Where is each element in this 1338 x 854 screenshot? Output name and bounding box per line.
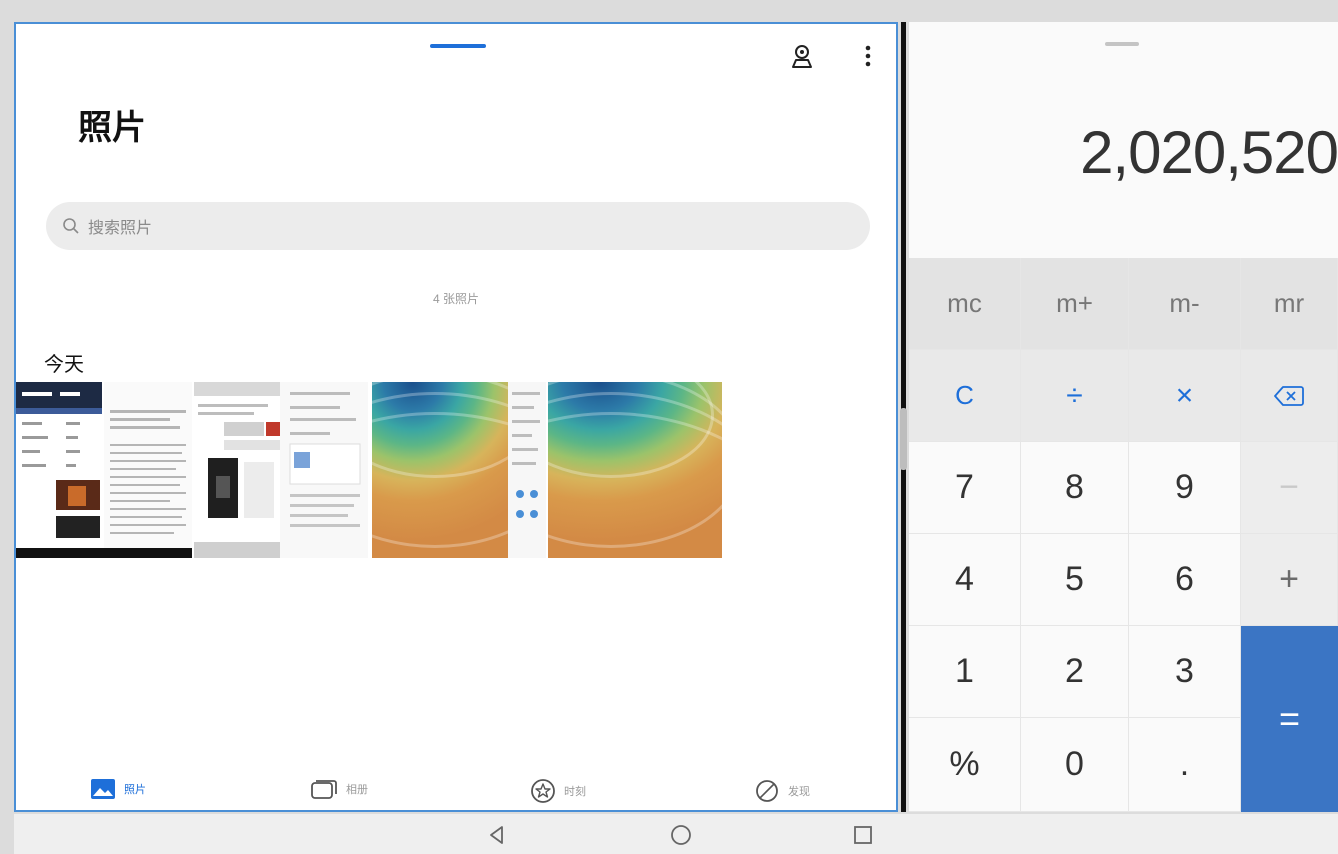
tab-label: 相册 — [346, 784, 368, 796]
tab-albums[interactable]: 相册 — [310, 778, 368, 800]
tab-moments[interactable]: 时刻 — [530, 778, 586, 804]
backspace-button[interactable] — [1241, 350, 1338, 442]
minus-button[interactable]: − — [1241, 442, 1338, 534]
calculator-keypad: mc m+ m- mr C ÷ × 7 8 9 − 4 5 6 + 1 2 3 … — [909, 258, 1338, 812]
mr-button[interactable]: mr — [1241, 258, 1338, 350]
search-input[interactable]: 搜索照片 — [46, 202, 870, 250]
digit-6-button[interactable]: 6 — [1129, 534, 1241, 626]
clear-button[interactable]: C — [909, 350, 1021, 442]
system-navigation-bar — [14, 814, 1338, 854]
tab-discover[interactable]: 发现 — [754, 778, 810, 804]
gallery-pane: 照片 搜索照片 4 张照片 今天 照片 相册 时刻 发现 — [14, 22, 898, 812]
tab-label: 发现 — [788, 786, 810, 798]
recents-square-icon[interactable] — [850, 822, 876, 848]
photo-icon — [91, 779, 115, 799]
map-pin-person-icon[interactable] — [788, 42, 816, 70]
search-placeholder: 搜索照片 — [88, 220, 153, 237]
discover-icon — [756, 780, 778, 802]
photo-thumbnail[interactable] — [16, 382, 192, 558]
mc-button[interactable]: mc — [909, 258, 1021, 350]
digit-5-button[interactable]: 5 — [1021, 534, 1129, 626]
calculator-pane: 2,020,520 mc m+ m- mr C ÷ × 7 8 9 − 4 5 … — [909, 22, 1338, 812]
photo-thumbnail[interactable] — [194, 382, 368, 558]
tab-photos[interactable]: 照片 — [90, 778, 146, 800]
plus-button[interactable]: + — [1241, 534, 1338, 626]
digit-1-button[interactable]: 1 — [909, 626, 1021, 718]
section-heading: 今天 — [44, 354, 84, 376]
photo-thumbnail[interactable] — [372, 382, 546, 558]
home-circle-icon[interactable] — [668, 822, 694, 848]
calculator-display: 2,020,520 — [1080, 119, 1338, 186]
page-title: 照片 — [78, 108, 146, 148]
percent-button[interactable]: % — [909, 718, 1021, 812]
album-icon — [311, 780, 337, 799]
backspace-icon — [1274, 385, 1304, 406]
calculator-drag-handle[interactable] — [1105, 42, 1139, 46]
moments-star-icon — [531, 779, 555, 803]
digit-3-button[interactable]: 3 — [1129, 626, 1241, 718]
tab-label: 照片 — [124, 784, 146, 796]
digit-9-button[interactable]: 9 — [1129, 442, 1241, 534]
digit-4-button[interactable]: 4 — [909, 534, 1021, 626]
gallery-drag-handle[interactable] — [430, 44, 486, 48]
divide-button[interactable]: ÷ — [1021, 350, 1129, 442]
photo-thumbnail[interactable] — [548, 382, 722, 558]
equals-button[interactable]: = — [1241, 626, 1338, 812]
multiply-button[interactable]: × — [1129, 350, 1241, 442]
search-icon — [63, 218, 79, 234]
m-plus-button[interactable]: m+ — [1021, 258, 1129, 350]
tab-label: 时刻 — [564, 786, 586, 798]
digit-2-button[interactable]: 2 — [1021, 626, 1129, 718]
split-divider-handle[interactable] — [900, 408, 907, 470]
digit-8-button[interactable]: 8 — [1021, 442, 1129, 534]
digit-0-button[interactable]: 0 — [1021, 718, 1129, 812]
more-vert-icon[interactable] — [854, 42, 882, 70]
digit-7-button[interactable]: 7 — [909, 442, 1021, 534]
m-minus-button[interactable]: m- — [1129, 258, 1241, 350]
photo-count: 4 张照片 — [432, 292, 479, 306]
back-triangle-icon[interactable] — [484, 822, 510, 848]
decimal-button[interactable]: . — [1129, 718, 1241, 812]
